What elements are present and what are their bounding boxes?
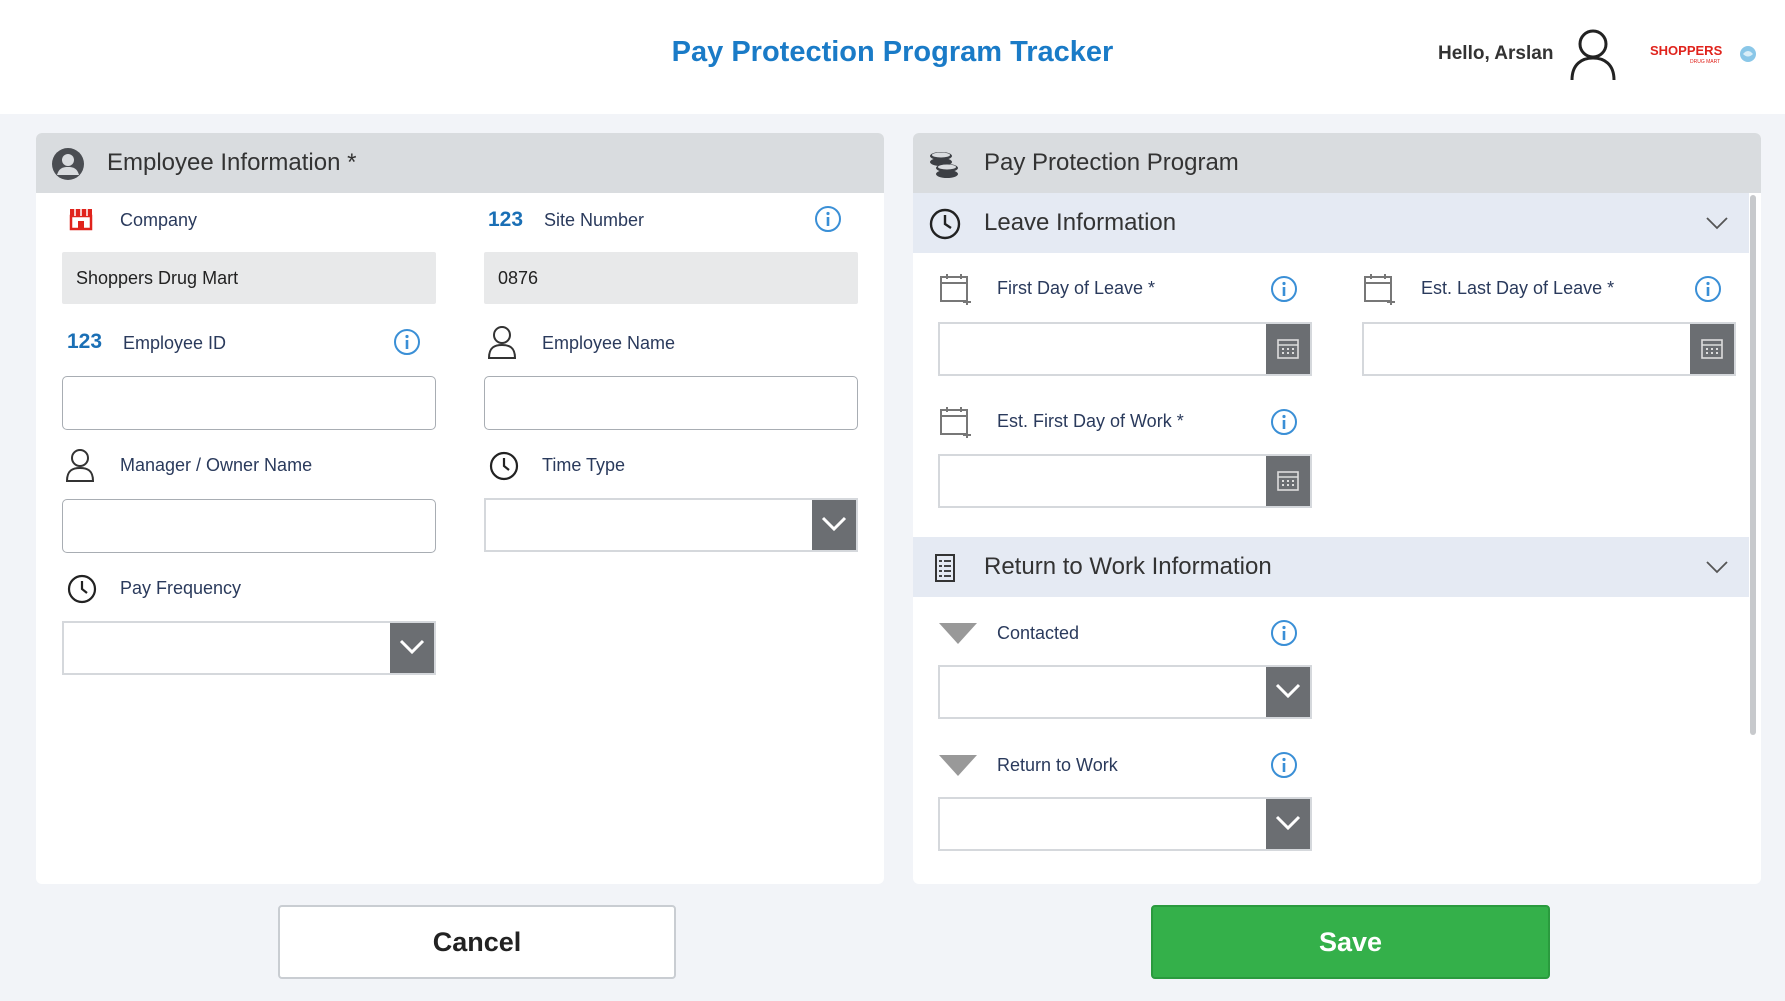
coins-icon	[930, 152, 958, 178]
est-last-day-of-leave-info-icon[interactable]	[1694, 275, 1722, 303]
manager-name-label: Manager / Owner Name	[120, 455, 313, 475]
calendar-add-icon	[1364, 274, 1395, 305]
time-type-label: Time Type	[542, 455, 626, 475]
calendar-icon	[1277, 339, 1299, 359]
pay-protection-program-panel: Pay Protection Program Leave Information…	[913, 133, 1761, 884]
program-panel-header: Pay Protection Program	[913, 133, 1761, 193]
pay-frequency-dropdown-button[interactable]	[390, 623, 434, 673]
store-icon	[69, 209, 93, 231]
site-number-value: 0876	[484, 252, 858, 304]
contacted-label: Contacted	[997, 623, 1080, 643]
employee-id-info-icon[interactable]	[393, 328, 421, 356]
site-number-label: Site Number	[544, 210, 645, 230]
user-circle-icon	[52, 148, 84, 180]
save-button[interactable]: Save	[1151, 905, 1550, 979]
site-number-info-icon[interactable]	[814, 205, 842, 233]
user-profile-icon[interactable]	[1568, 28, 1618, 82]
user-greeting: Hello, Arslan	[1438, 43, 1554, 64]
person-icon	[65, 449, 95, 482]
leave-information-title: Leave Information	[984, 209, 1177, 236]
est-first-day-of-work-calendar-button[interactable]	[1266, 456, 1310, 506]
employee-panel-header: Employee Information *	[36, 133, 884, 193]
triangle-down-icon	[939, 623, 977, 644]
person-icon	[487, 326, 517, 359]
svg-text:DRUG MART: DRUG MART	[1690, 59, 1720, 65]
chevron-down-icon[interactable]	[1705, 557, 1729, 577]
calendar-icon	[1277, 471, 1299, 491]
return-to-work-label: Return to Work	[997, 755, 1118, 775]
clock-icon	[489, 451, 519, 481]
calendar-icon	[1701, 339, 1723, 359]
employee-panel-title: Employee Information *	[107, 149, 357, 176]
program-panel-title: Pay Protection Program	[984, 149, 1239, 176]
est-first-day-of-work-input[interactable]	[938, 454, 1312, 508]
est-last-day-of-leave-label: Est. Last Day of Leave *	[1421, 278, 1615, 298]
first-day-of-leave-info-icon[interactable]	[1270, 275, 1298, 303]
est-last-day-of-leave-calendar-button[interactable]	[1690, 324, 1734, 374]
company-label: Company	[120, 210, 198, 230]
est-first-day-of-work-info-icon[interactable]	[1270, 408, 1298, 436]
company-value: Shoppers Drug Mart	[62, 252, 436, 304]
time-type-dropdown-button[interactable]	[812, 500, 856, 550]
calendar-add-icon	[940, 274, 971, 305]
return-to-work-info-icon[interactable]	[1270, 751, 1298, 779]
chevron-down-icon	[821, 516, 847, 532]
cancel-button[interactable]: Cancel	[278, 905, 676, 979]
employee-information-panel: Employee Information * Company Shoppers …	[36, 133, 884, 884]
est-first-day-of-work-label: Est. First Day of Work *	[997, 411, 1184, 431]
shoppers-logo: SHOPPERS DRUG MART	[1650, 43, 1756, 65]
program-panel-scrollbar[interactable]	[1750, 195, 1756, 735]
chevron-down-icon[interactable]	[1705, 213, 1729, 233]
app-header: Pay Protection Program Tracker Hello, Ar…	[0, 0, 1785, 114]
pay-frequency-dropdown[interactable]	[62, 621, 436, 675]
employee-name-label: Employee Name	[542, 333, 676, 353]
calendar-add-icon	[940, 407, 971, 438]
checklist-icon	[935, 554, 955, 582]
return-to-work-section-header[interactable]: Return to Work Information	[913, 537, 1749, 597]
pay-frequency-label: Pay Frequency	[120, 578, 242, 598]
employee-name-input[interactable]	[484, 376, 858, 430]
first-day-of-leave-input[interactable]	[938, 322, 1312, 376]
first-day-of-leave-label: First Day of Leave *	[997, 278, 1156, 298]
chevron-down-icon	[1275, 683, 1301, 699]
return-to-work-title: Return to Work Information	[984, 553, 1272, 580]
numeric-badge-icon: 123	[488, 208, 524, 231]
chevron-down-icon	[399, 639, 425, 655]
return-to-work-dropdown[interactable]	[938, 797, 1312, 851]
chevron-down-icon	[1275, 815, 1301, 831]
svg-text:SHOPPERS: SHOPPERS	[1650, 43, 1723, 58]
employee-id-input[interactable]	[62, 376, 436, 430]
triangle-down-icon	[939, 755, 977, 776]
leave-information-section-header[interactable]: Leave Information	[913, 193, 1749, 253]
manager-name-input[interactable]	[62, 499, 436, 553]
employee-id-label: Employee ID	[123, 333, 227, 353]
numeric-badge-icon: 123	[67, 330, 103, 353]
clock-icon	[67, 574, 97, 604]
contacted-dropdown[interactable]	[938, 665, 1312, 719]
clock-icon	[929, 208, 961, 240]
contacted-dropdown-button[interactable]	[1266, 667, 1310, 717]
time-type-dropdown[interactable]	[484, 498, 858, 552]
est-last-day-of-leave-input[interactable]	[1362, 322, 1736, 376]
contacted-info-icon[interactable]	[1270, 619, 1298, 647]
return-to-work-dropdown-button[interactable]	[1266, 799, 1310, 849]
first-day-of-leave-calendar-button[interactable]	[1266, 324, 1310, 374]
